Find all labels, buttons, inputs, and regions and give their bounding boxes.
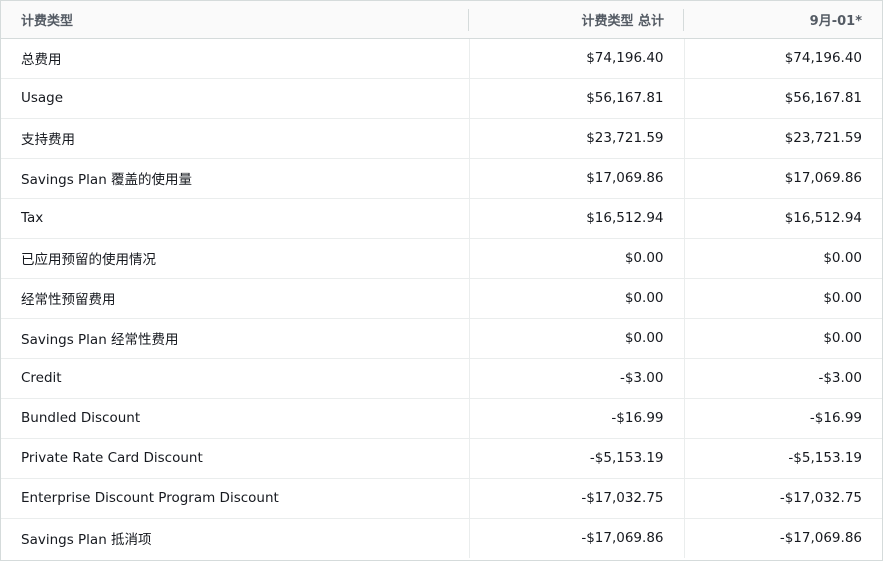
cell-month: -$3.00 (684, 358, 882, 399)
cell-charge-type: 支持费用 (1, 118, 470, 159)
column-header-total[interactable]: 计费类型 总计 (469, 1, 684, 39)
cell-month: -$5,153.19 (684, 438, 882, 479)
table-row: Usage $56,167.81 $56,167.81 (1, 78, 882, 119)
cell-charge-type: Savings Plan 抵消项 (1, 518, 470, 558)
cost-breakdown-table: 计费类型 计费类型 总计 9月-01* 总费用 $74,196.40 $74,196… (1, 1, 882, 558)
table-row: 总费用 $74,196.40 $74,196.40 (1, 38, 882, 79)
cell-total: -$17,069.86 (469, 518, 685, 558)
column-header-label: 计费类型 (21, 13, 74, 29)
cell-month: $0.00 (684, 278, 882, 319)
cell-total: -$17,032.75 (469, 478, 685, 519)
table-row: Tax $16,512.94 $16,512.94 (1, 198, 882, 239)
table-body: 总费用 $74,196.40 $74,196.40 Usage $56,167.81 $5… (1, 38, 882, 558)
cell-total: $0.00 (469, 318, 685, 359)
column-header-label: 9月-01* (809, 13, 862, 29)
cell-total: $56,167.81 (469, 78, 685, 119)
table-row: Savings Plan 经常性费用 $0.00 $0.00 (1, 318, 882, 359)
cell-total: $23,721.59 (469, 118, 685, 159)
table-row: Savings Plan 覆盖的使用量 $17,069.86 $17,069.86 (1, 158, 882, 199)
cell-charge-type: 已应用预留的使用情况 (1, 238, 470, 279)
cell-month: $17,069.86 (684, 158, 882, 199)
table-row: 已应用预留的使用情况 $0.00 $0.00 (1, 238, 882, 279)
cell-charge-type: Bundled Discount (1, 398, 470, 439)
cell-charge-type: Usage (1, 78, 470, 119)
cell-total: $0.00 (469, 238, 685, 279)
cell-total: $0.00 (469, 278, 685, 319)
column-header-month[interactable]: 9月-01* (684, 1, 882, 39)
cell-total: $17,069.86 (469, 158, 685, 199)
cell-month: $0.00 (684, 238, 882, 279)
column-header-charge-type[interactable]: 计费类型 (1, 1, 469, 39)
charge-type-table: 计费类型 计费类型 总计 9月-01* 总费用 $74,196.40 $74,196… (0, 0, 883, 561)
table-row: 支持费用 $23,721.59 $23,721.59 (1, 118, 882, 159)
cell-total: $74,196.40 (469, 38, 685, 79)
cell-charge-type: 经常性预留费用 (1, 278, 470, 319)
table-row: Enterprise Discount Program Discount -$17… (1, 478, 882, 519)
header-row: 计费类型 计费类型 总计 9月-01* (1, 1, 882, 39)
cell-total: $16,512.94 (469, 198, 685, 239)
cell-total: -$5,153.19 (469, 438, 685, 479)
cell-total: -$16.99 (469, 398, 685, 439)
cell-charge-type: Credit (1, 358, 470, 399)
cell-month: $74,196.40 (684, 38, 882, 79)
cell-month: -$17,069.86 (779, 530, 862, 547)
table-row: Private Rate Card Discount -$5,153.19 -$5,… (1, 438, 882, 479)
cell-charge-type: Private Rate Card Discount (1, 438, 470, 479)
cell-charge-type: Savings Plan 覆盖的使用量 (1, 158, 470, 199)
table-row: Credit -$3.00 -$3.00 (1, 358, 882, 399)
cell-month: -$16.99 (684, 398, 882, 439)
cell-charge-type: Tax (1, 198, 470, 239)
cell-total: -$3.00 (469, 358, 685, 399)
cell-charge-type: 总费用 (1, 38, 470, 79)
cell-month: -$17,032.75 (684, 478, 882, 519)
table-row: Savings Plan 抵消项 -$17,069.86 -$17,069.86 (1, 518, 882, 558)
cell-charge-type: Enterprise Discount Program Discount (1, 478, 470, 519)
cell-month: $23,721.59 (684, 118, 882, 159)
table-row: 经常性预留费用 $0.00 $0.00 (1, 278, 882, 319)
table-row: Bundled Discount -$16.99 -$16.99 (1, 398, 882, 439)
cell-charge-type: Savings Plan 经常性费用 (1, 318, 470, 359)
cell-month: $56,167.81 (684, 78, 882, 119)
cell-month: $16,512.94 (684, 198, 882, 239)
column-header-label: 计费类型 总计 (581, 13, 664, 29)
cell-month: $0.00 (684, 318, 882, 359)
table-header: 计费类型 计费类型 总计 9月-01* (1, 1, 882, 39)
